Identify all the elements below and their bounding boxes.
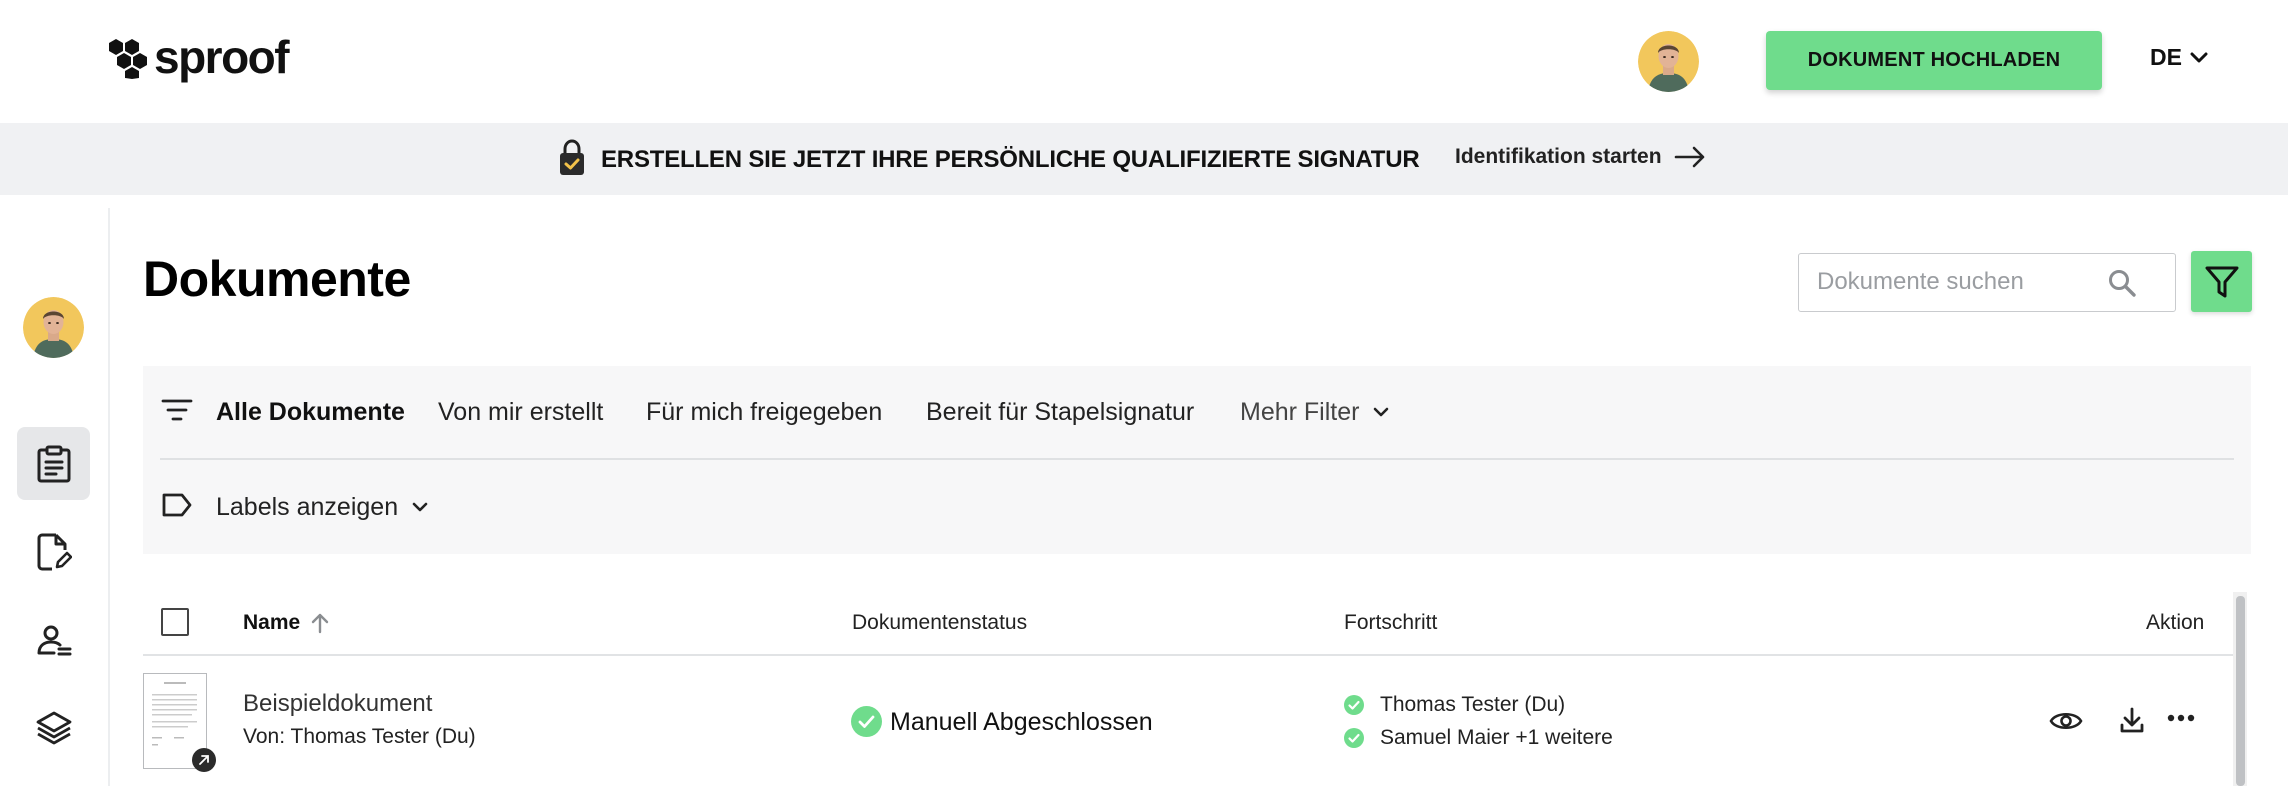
sidebar-item-sign[interactable] <box>17 515 90 588</box>
tab-all-documents[interactable]: Alle Dokumente <box>216 398 405 427</box>
banner-link-label: Identifikation starten <box>1455 145 1662 168</box>
chevron-down-icon <box>2190 52 2208 62</box>
progress-signer-name: Thomas Tester (Du) <box>1380 693 1566 716</box>
column-header-action: Aktion <box>2146 611 2205 634</box>
document-owner: Von: Thomas Tester (Du) <box>243 725 476 748</box>
start-identification-link[interactable]: Identifikation starten <box>1455 145 1706 169</box>
progress-signer-2: Samuel Maier +1 weitere <box>1344 726 1613 750</box>
sidebar-item-documents[interactable] <box>17 427 90 500</box>
select-all-checkbox[interactable] <box>161 608 189 636</box>
language-label: DE <box>2150 44 2182 70</box>
column-header-status: Dokumentenstatus <box>852 611 1028 634</box>
language-selector[interactable]: DE <box>2150 44 2208 71</box>
search-box <box>1798 253 2176 312</box>
tab-shared-with-me[interactable]: Für mich freigegeben <box>646 398 882 427</box>
sort-arrow-up-icon <box>312 613 329 634</box>
logo-hexagons-icon <box>106 35 148 79</box>
top-header: sproof DOKUMENT HOCHLADEN DE <box>0 0 2288 123</box>
contacts-icon <box>37 625 71 655</box>
arrow-up-right-icon <box>199 755 209 765</box>
search-input[interactable] <box>1817 254 2107 310</box>
check-circle-icon <box>1344 695 1364 715</box>
label-tag-icon <box>162 493 192 517</box>
upload-document-button[interactable]: DOKUMENT HOCHLADEN <box>1766 31 2102 90</box>
layers-icon <box>36 711 71 744</box>
chevron-down-icon <box>412 502 428 512</box>
document-edit-icon <box>37 533 72 570</box>
document-name[interactable]: Beispieldokument <box>243 690 432 718</box>
lock-icon <box>558 139 586 182</box>
filter-button[interactable] <box>2191 251 2252 312</box>
scrollbar-thumb[interactable] <box>2236 596 2245 786</box>
search-icon[interactable] <box>2107 268 2137 298</box>
sidebar-item-contacts[interactable] <box>17 603 90 676</box>
filter-divider <box>160 458 2234 460</box>
download-icon[interactable] <box>2118 706 2146 734</box>
progress-signer-1: Thomas Tester (Du) <box>1344 693 1565 717</box>
progress-signer-name: Samuel Maier +1 weitere <box>1380 726 1613 749</box>
eye-icon[interactable] <box>2049 709 2083 733</box>
show-labels-label: Labels anzeigen <box>216 493 399 521</box>
document-status: Manuell Abgeschlossen <box>890 708 1153 736</box>
logo-text: sproof <box>154 31 290 83</box>
page-title: Dokumente <box>143 251 411 307</box>
tab-created-by-me[interactable]: Von mir erstellt <box>438 398 603 427</box>
funnel-icon <box>2205 266 2238 297</box>
column-name-label: Name <box>243 611 301 634</box>
check-circle-icon <box>1344 728 1364 748</box>
filter-lines-icon <box>161 399 193 421</box>
filter-panel <box>143 366 2251 554</box>
show-labels-toggle[interactable]: Labels anzeigen <box>216 493 428 522</box>
arrow-right-icon <box>1674 146 1704 168</box>
tab-batch-signature[interactable]: Bereit für Stapelsignatur <box>926 398 1194 427</box>
sproof-logo[interactable]: sproof <box>106 31 290 83</box>
chevron-down-icon <box>1374 407 1389 417</box>
column-header-progress: Fortschritt <box>1344 611 1438 634</box>
open-external-badge[interactable] <box>192 748 216 772</box>
banner-text: ERSTELLEN SIE JETZT IHRE PERSÖNLICHE QUA… <box>601 146 1420 173</box>
tab-more-filters[interactable]: Mehr Filter <box>1240 398 1389 427</box>
table-header-divider <box>143 654 2233 656</box>
more-options-icon[interactable] <box>2167 713 2195 723</box>
sidebar-item-templates[interactable] <box>17 691 90 764</box>
more-filters-label: Mehr Filter <box>1240 398 1360 426</box>
user-avatar[interactable] <box>1638 31 1699 92</box>
sidebar-avatar[interactable] <box>23 297 84 358</box>
check-circle-icon <box>851 706 882 737</box>
clipboard-icon <box>37 445 70 482</box>
column-header-name[interactable]: Name <box>243 611 330 635</box>
